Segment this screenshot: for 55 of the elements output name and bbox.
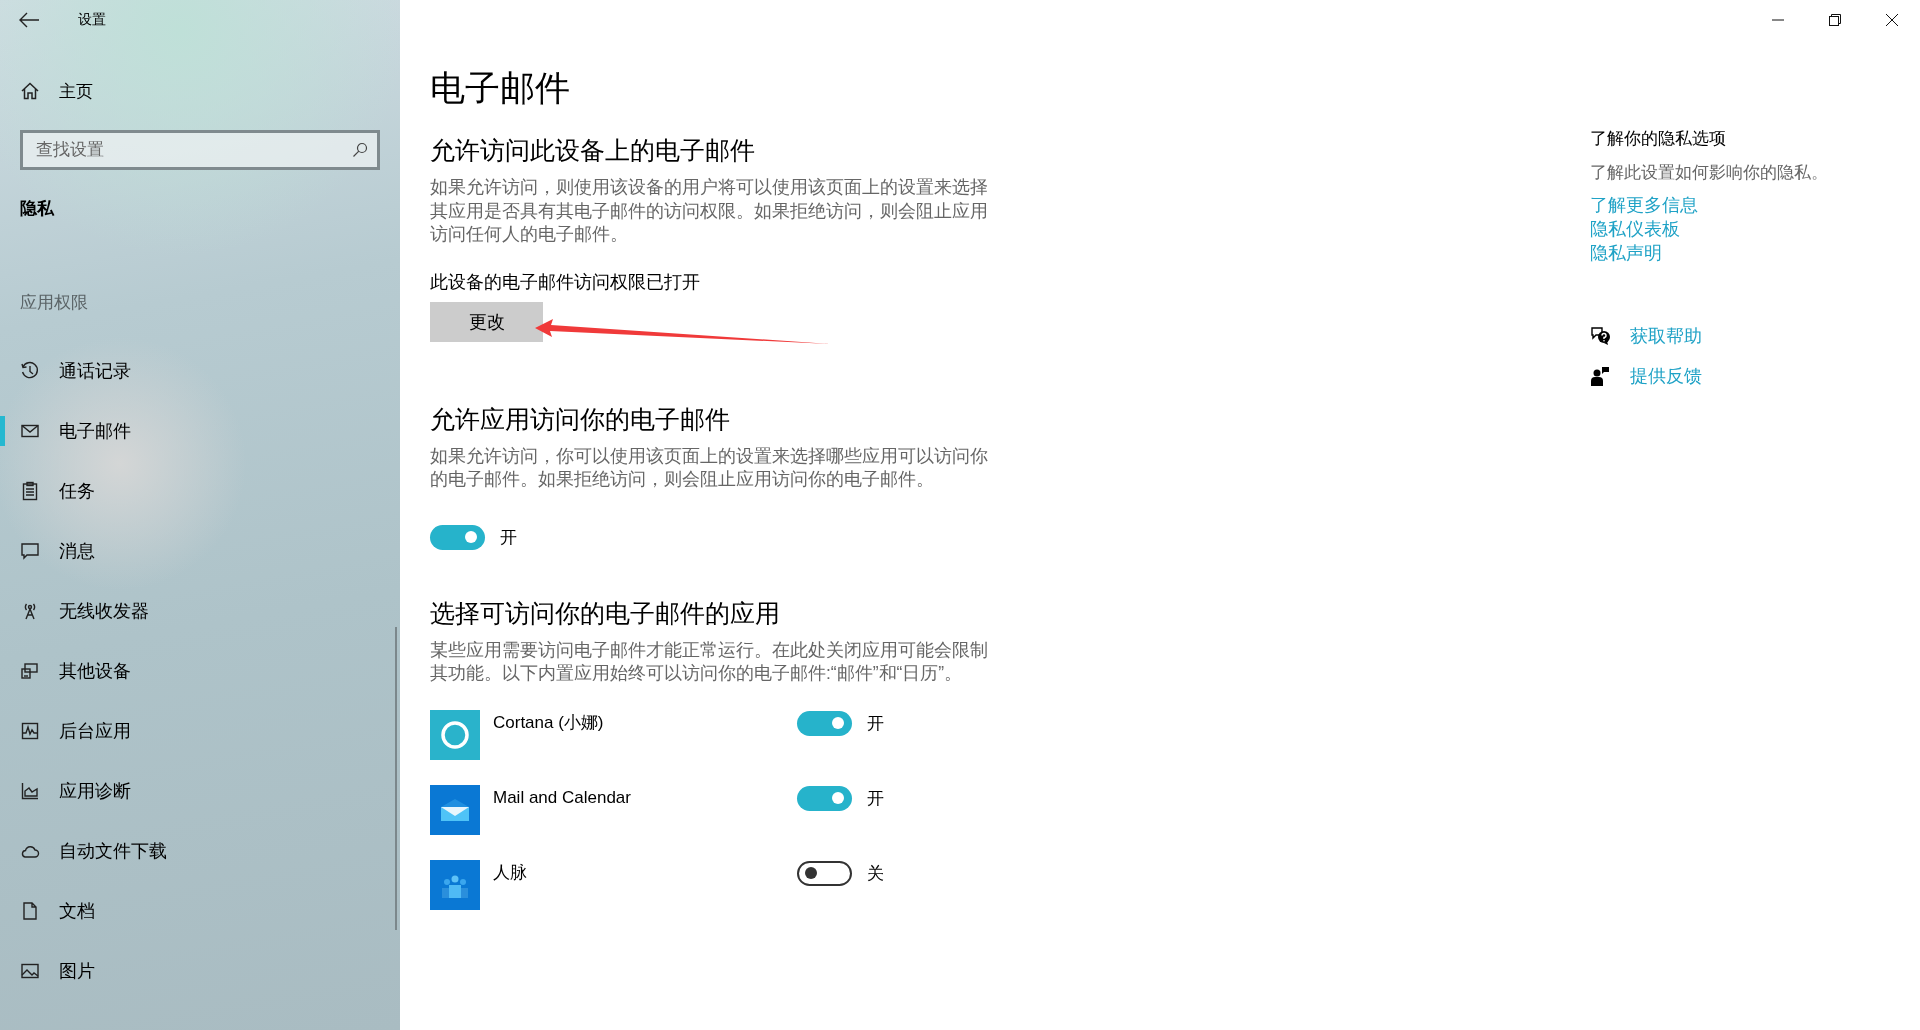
app-name: Mail and Calendar <box>493 786 632 809</box>
section-heading: 选择可访问你的电子邮件的应用 <box>430 597 780 629</box>
toggle-label: 开 <box>867 787 884 810</box>
section-heading: 允许应用访问你的电子邮件 <box>430 403 730 435</box>
sidebar-item[interactable]: 通话记录 <box>0 341 400 401</box>
sidebar-item[interactable]: 自动文件下载 <box>0 821 400 881</box>
help-icon <box>1590 326 1612 346</box>
toggle-switch[interactable] <box>430 524 485 550</box>
app-name: Cortana (小娜) <box>493 711 605 734</box>
clipboard-icon <box>20 481 40 501</box>
home-item[interactable]: 主页 <box>0 71 400 111</box>
search-icon <box>352 142 368 158</box>
feedback-icon <box>1590 366 1612 386</box>
search-field[interactable]: 查找设置 <box>20 130 380 170</box>
page-title: 电子邮件 <box>430 67 570 109</box>
toggle-switch[interactable] <box>797 785 852 811</box>
restore-icon <box>1828 14 1841 26</box>
status-text: 此设备的电子邮件访问权限已打开 <box>430 270 700 294</box>
back-icon[interactable] <box>18 12 40 28</box>
sidebar-item[interactable]: 文档 <box>0 881 400 941</box>
sidebar-item[interactable]: 后台应用 <box>0 701 400 761</box>
sidebar-item[interactable]: 其他设备 <box>0 641 400 701</box>
chart-icon <box>20 781 40 801</box>
people-icon <box>430 859 480 910</box>
activity-icon <box>20 721 40 741</box>
toggle-label: 开 <box>867 712 884 735</box>
image-icon <box>20 961 40 981</box>
aside-description: 了解此设置如何影响你的隐私。 <box>1590 162 1828 184</box>
sidebar-item[interactable]: 图片 <box>0 941 400 1001</box>
sidebar-item[interactable]: 无线收发器 <box>0 581 400 641</box>
sidebar-item[interactable]: 应用诊断 <box>0 761 400 821</box>
sidebar-item[interactable]: 消息 <box>0 521 400 581</box>
sidebar-item[interactable]: 任务 <box>0 461 400 521</box>
section-heading: 允许访问此设备上的电子邮件 <box>430 135 755 166</box>
toggle-switch[interactable] <box>797 860 852 886</box>
aside-heading: 了解你的隐私选项 <box>1590 128 1726 150</box>
sidebar-item[interactable]: 电子邮件 <box>0 401 400 461</box>
history-icon <box>20 361 40 381</box>
document-icon <box>20 901 40 921</box>
section-description: 如果允许访问，则使用该设备的用户将可以使用该页面上的设置来选择其应用是否具有其电子邮件的访问权限。如果拒绝访问，则会阻止应用访问任何人的电子邮件。 <box>430 176 989 246</box>
section-title: 隐私 <box>19 198 55 220</box>
home-icon <box>20 81 40 101</box>
close-icon <box>1885 14 1898 26</box>
change-button[interactable]: 更改 <box>430 301 543 342</box>
toggle-label: 开 <box>500 526 517 549</box>
section-description: 如果允许访问，你可以使用该页面上的设置来选择哪些应用可以访问你的电子邮件。如果拒绝访问，则会阻止应用访问你的电子邮件。 <box>430 444 989 491</box>
app-name: 人脉 <box>493 861 528 884</box>
window-title: 设置 <box>78 11 106 29</box>
chat-icon <box>20 541 40 561</box>
section-description: 某些应用需要访问电子邮件才能正常运行。在此处关闭应用可能会限制其功能。以下内置应用始终可以访问你的电子邮件:“邮件”和“日历”。 <box>430 638 989 685</box>
toggle-switch[interactable] <box>797 710 852 736</box>
group-label: 应用权限 <box>19 292 89 314</box>
devices-icon <box>20 661 40 681</box>
toggle-label: 关 <box>867 862 884 885</box>
envelope-icon <box>430 784 480 835</box>
